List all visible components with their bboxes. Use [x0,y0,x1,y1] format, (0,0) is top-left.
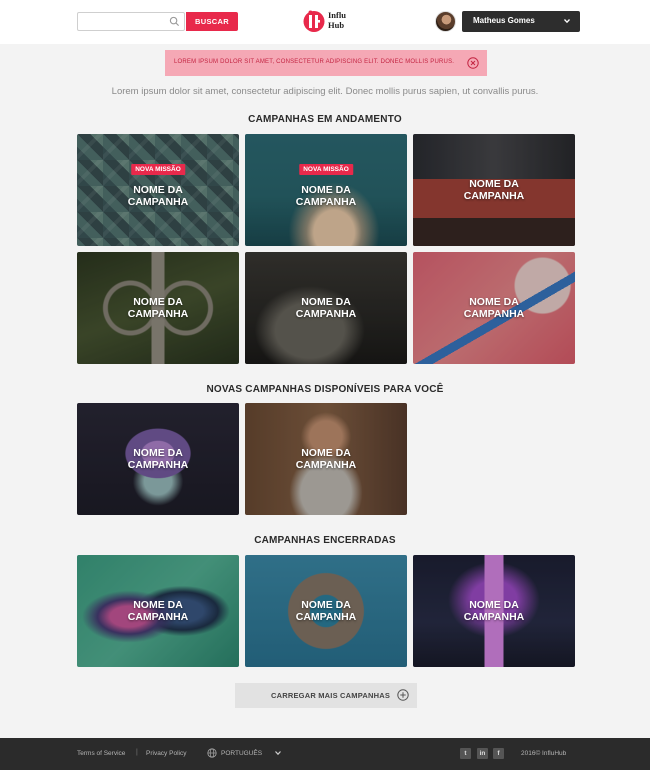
campaign-card[interactable]: NOME DA CAMPANHA [245,555,407,667]
terms-link[interactable]: Terms of Service [77,750,125,757]
new-mission-badge: NOVA MISSÃO [131,164,185,175]
linkedin-icon[interactable]: in [477,748,488,759]
influhub-logo-icon [303,10,325,32]
card-title-line2: CAMPANHA [295,196,357,208]
card-title-line1: NOME DA [301,599,351,611]
chevron-down-icon[interactable] [274,749,282,757]
avatar[interactable] [435,11,456,32]
card-title-line1: NOME DA [469,296,519,308]
search-icon[interactable] [169,16,180,27]
section-title-closed: CAMPANHAS ENCERRADAS [254,535,396,546]
load-more-label: CARREGAR MAIS CAMPANHAS [271,691,391,700]
card-title: NOME DA CAMPANHA [245,447,407,471]
card-title-line1: NOME DA [469,599,519,611]
user-menu-dropdown[interactable]: Matheus Gomes [462,11,580,32]
privacy-link[interactable]: Privacy Policy [146,750,186,757]
card-title-line1: NOME DA [301,296,351,308]
copyright: 2016© InfluHub [521,750,567,757]
card-title: NOME DA CAMPANHA [413,599,575,623]
card-title-line2: CAMPANHA [127,308,189,320]
campaign-card[interactable]: NOME DA CAMPANHA [413,555,575,667]
campaign-card[interactable]: NOME DA CAMPANHA [77,555,239,667]
section-title-new: NOVAS CAMPANHAS DISPONÍVEIS PARA VOCÊ [206,384,444,395]
section-title-ongoing: CAMPANHAS EM ANDAMENTO [248,114,402,125]
logo-text-line2: Hub [328,19,345,30]
card-title-line1: NOME DA [133,184,183,196]
card-title: NOME DA CAMPANHA [77,296,239,320]
close-icon[interactable] [467,57,479,69]
card-title-line1: NOME DA [469,178,519,190]
facebook-icon[interactable]: f [493,748,504,759]
footer: Terms of Service | Privacy Policy PORTUG… [0,738,650,770]
card-title-line2: CAMPANHA [295,611,357,623]
card-title-line1: NOME DA [301,184,351,196]
campaign-card[interactable]: NOME DA CAMPANHA [413,134,575,246]
campaign-card[interactable]: NOVA MISSÃO NOME DA CAMPANHA [245,134,407,246]
campaign-card[interactable]: NOME DA CAMPANHA [245,403,407,515]
card-title-line2: CAMPANHA [127,611,189,623]
alert-banner: LOREM IPSUM DOLOR SIT AMET, CONSECTETUR … [165,50,487,76]
search-button[interactable]: BUSCAR [186,12,238,31]
card-title: NOME DA CAMPANHA [77,184,239,208]
card-title: NOME DA CAMPANHA [77,447,239,471]
alert-message: LOREM IPSUM DOLOR SIT AMET, CONSECTETUR … [174,59,455,65]
card-title: NOME DA CAMPANHA [245,599,407,623]
card-title-line2: CAMPANHA [295,308,357,320]
chevron-down-icon [564,19,570,24]
load-more-button[interactable]: CARREGAR MAIS CAMPANHAS [235,683,417,708]
globe-icon [207,748,217,758]
plus-circle-icon [397,689,409,701]
card-title-line2: CAMPANHA [463,611,525,623]
card-title-line2: CAMPANHA [127,459,189,471]
new-mission-badge: NOVA MISSÃO [299,164,353,175]
twitter-icon[interactable]: t [460,748,471,759]
logo-text: Influ Hub [328,10,346,30]
card-title-line2: CAMPANHA [127,196,189,208]
card-title: NOME DA CAMPANHA [413,296,575,320]
card-title-line1: NOME DA [133,296,183,308]
search-input[interactable] [78,14,166,32]
card-title-line2: CAMPANHA [295,459,357,471]
card-title-line2: CAMPANHA [463,190,525,202]
footer-separator: | [136,749,138,756]
campaign-card[interactable]: NOVA MISSÃO NOME DA CAMPANHA [77,134,239,246]
campaign-card[interactable]: NOME DA CAMPANHA [77,252,239,364]
logo[interactable]: Influ Hub [303,9,365,35]
campaign-card[interactable]: NOME DA CAMPANHA [413,252,575,364]
campaign-card[interactable]: NOME DA CAMPANHA [245,252,407,364]
card-title: NOME DA CAMPANHA [245,184,407,208]
card-title-line1: NOME DA [133,447,183,459]
card-title-line2: CAMPANHA [463,308,525,320]
card-title-line1: NOME DA [133,599,183,611]
intro-text: Lorem ipsum dolor sit amet, consectetur … [111,86,539,97]
search-box [77,12,185,32]
card-title: NOME DA CAMPANHA [245,296,407,320]
header: BUSCAR Influ Hub Matheus Gomes [0,0,650,44]
card-title: NOME DA CAMPANHA [413,178,575,202]
language-selector[interactable]: PORTUGUÊS [221,750,262,757]
user-name: Matheus Gomes [473,16,535,25]
card-title-line1: NOME DA [301,447,351,459]
campaign-card[interactable]: NOME DA CAMPANHA [77,403,239,515]
card-title: NOME DA CAMPANHA [77,599,239,623]
